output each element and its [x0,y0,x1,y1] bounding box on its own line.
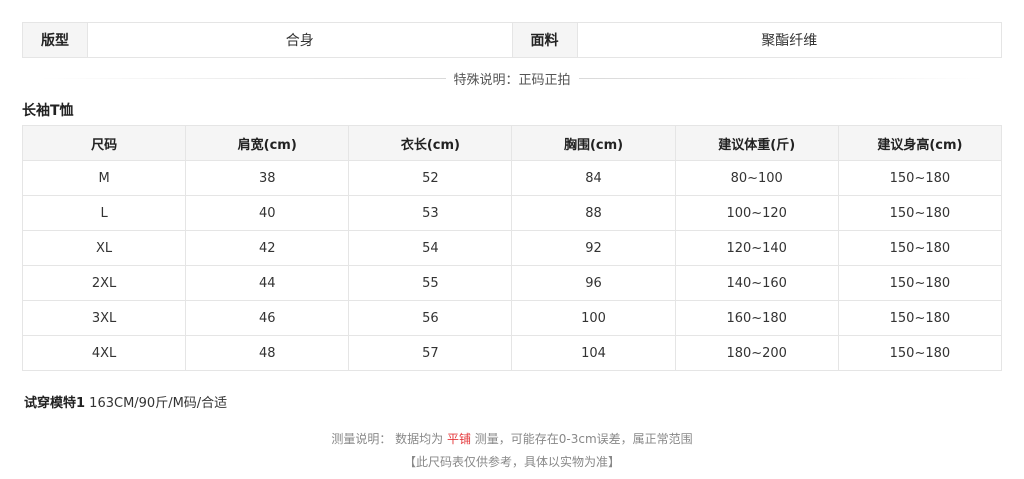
cell-size: XL [21,230,187,266]
cell-weight: 100~120 [674,195,839,231]
cell-weight: 140~160 [674,265,839,301]
table-row: M 38 52 84 80~100 150~180 [21,160,1003,196]
table-row: L 40 53 88 100~120 150~180 [21,195,1003,231]
cell-chest: 100 [511,300,676,336]
cell-weight: 80~100 [674,160,839,196]
cell-size: M [21,160,187,196]
cell-shoulder: 40 [185,195,350,231]
cell-height: 150~180 [837,160,1003,196]
cell-weight: 160~180 [674,300,839,336]
cell-height: 150~180 [837,335,1003,371]
header-size: 尺码 [21,125,187,161]
cell-shoulder: 48 [185,335,350,371]
cell-height: 150~180 [837,300,1003,336]
header-height: 建议身高(cm) [837,125,1003,161]
cell-weight: 120~140 [674,230,839,266]
fit-label: 版型 [23,23,88,57]
measurement-note-prefix: 测量说明： 数据均为 [331,432,447,446]
cell-length: 53 [348,195,513,231]
divider-line-left [40,77,446,79]
cell-height: 150~180 [837,230,1003,266]
table-row: 3XL 46 56 100 160~180 150~180 [21,300,1003,336]
cell-chest: 104 [511,335,676,371]
measurement-method-highlight: 平铺 [446,432,471,446]
cell-length: 56 [348,300,513,336]
cell-size: 2XL [21,265,187,301]
header-shoulder: 肩宽(cm) [185,125,350,161]
model-value: 163CM/90斤/M码/合适 [85,396,228,411]
measurement-note-suffix: 测量，可能存在0-3cm误差，属正常范围 [470,432,693,446]
cell-shoulder: 38 [185,160,350,196]
cell-shoulder: 42 [185,230,350,266]
divider-line-right [578,77,985,79]
header-weight: 建议体重(斤) [674,125,839,161]
measurement-note: 测量说明： 数据均为 平铺 测量，可能存在0-3cm误差，属正常范围 [0,430,1024,447]
cell-shoulder: 46 [185,300,350,336]
section-title: 长袖T恤 [22,103,74,119]
product-attribute-table: 版型 合身 面料 聚酯纤维 [22,22,1002,58]
cell-chest: 96 [511,265,676,301]
reference-note: 【此尺码表仅供参考，具体以实物为准】 [403,455,620,469]
cell-size: L [21,195,187,231]
model-label: 试穿模特1 [24,396,86,411]
table-row: 2XL 44 55 96 140~160 150~180 [21,265,1003,301]
table-row: 4XL 48 57 104 180~200 150~180 [21,335,1003,371]
special-note: 特殊说明：正码正拍 [453,72,571,88]
cell-length: 57 [348,335,513,371]
cell-chest: 84 [511,160,676,196]
special-note-divider: 特殊说明：正码正拍 [40,68,985,88]
cell-size: 4XL [21,335,187,371]
fabric-value: 聚酯纤维 [761,33,818,49]
header-length: 衣长(cm) [348,125,513,161]
model-info: 试穿模特1 163CM/90斤/M码/合适 [24,392,227,411]
cell-length: 55 [348,265,513,301]
cell-chest: 92 [511,230,676,266]
header-chest: 胸围(cm) [511,125,676,161]
fit-value: 合身 [88,23,513,57]
cell-length: 54 [348,230,513,266]
cell-weight: 180~200 [674,335,839,371]
cell-height: 150~180 [837,265,1003,301]
cell-height: 150~180 [837,195,1003,231]
cell-shoulder: 44 [185,265,350,301]
size-table-header-row: 尺码 肩宽(cm) 衣长(cm) 胸围(cm) 建议体重(斤) 建议身高(cm) [21,125,1003,161]
fabric-label: 面料 [512,23,578,57]
table-row: XL 42 54 92 120~140 150~180 [21,230,1003,266]
cell-chest: 88 [511,195,676,231]
size-chart-table: 尺码 肩宽(cm) 衣长(cm) 胸围(cm) 建议体重(斤) 建议身高(cm)… [21,125,1003,371]
cell-length: 52 [348,160,513,196]
cell-size: 3XL [21,300,187,336]
